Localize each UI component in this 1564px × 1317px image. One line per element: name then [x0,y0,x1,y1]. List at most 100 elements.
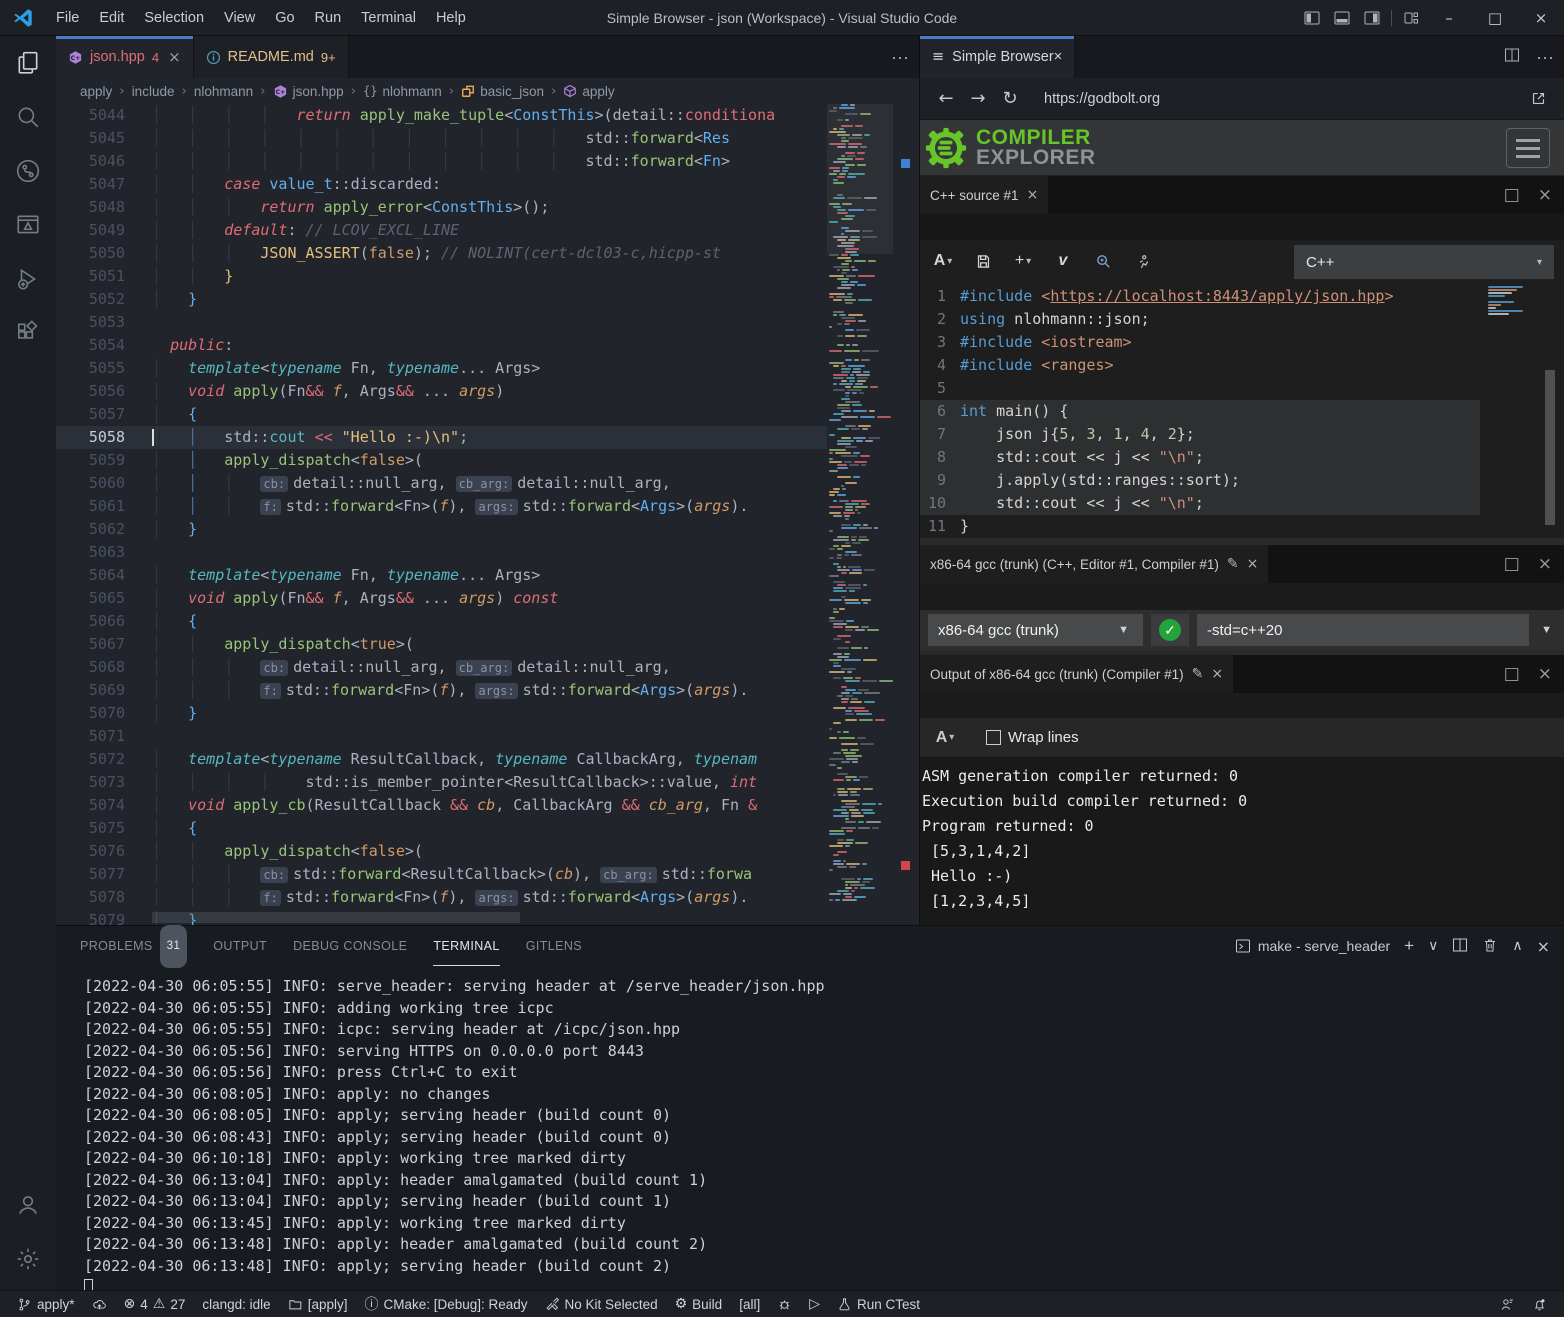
code-line-5071[interactable]: 5071 [56,725,827,748]
menu-run[interactable]: Run [305,0,352,36]
code-line-5077[interactable]: 5077│ │ │ cb:std::forward<ResultCallback… [56,863,827,886]
menu-terminal[interactable]: Terminal [351,0,426,36]
language-select[interactable]: C++▾ [1294,245,1554,279]
minimap[interactable] [827,104,893,925]
activitybar-item-explorer[interactable] [0,36,56,90]
menu-view[interactable]: View [214,0,265,36]
code-line-1[interactable]: 1#include <https://localhost:8443/apply/… [920,285,1480,308]
status-4[interactable]: ⊗4⚠27 [119,1291,191,1317]
panel-tab-gitlens[interactable]: GITLENS [526,926,582,966]
minimize-button[interactable]: – [1426,0,1472,36]
code-line-5068[interactable]: 5068│ │ │ cb:detail::null_arg, cb_arg:de… [56,656,827,679]
code-line-5[interactable]: 5 [920,377,1480,400]
layout-sidebar-left-icon[interactable] [1297,0,1327,36]
layout-sidebar-right-icon[interactable] [1357,0,1387,36]
menu-selection[interactable]: Selection [134,0,214,36]
code-line-5052[interactable]: 5052│ } [56,288,827,311]
close-icon[interactable]: × [1247,556,1259,572]
breadcrumb-item-include[interactable]: ›include [112,83,174,99]
code-line-5044[interactable]: 5044│ │ │ │ return apply_make_tuple<Cons… [56,104,827,127]
editor-scrollbar[interactable] [893,104,919,925]
menu-help[interactable]: Help [426,0,476,36]
panel-tab-debug-console[interactable]: DEBUG CONSOLE [293,926,407,966]
panel-tab-problems[interactable]: PROBLEMS31 [80,926,187,966]
menu-go[interactable]: Go [265,0,304,36]
kill-terminal-icon[interactable] [1482,937,1498,956]
source-pane-tab[interactable]: C++ source #1 × [920,176,1048,214]
forward-icon[interactable]: → [962,83,994,115]
code-line-5061[interactable]: 5061│ │ │ f:std::forward<Fn>(f), args:st… [56,495,827,518]
compiler-explorer-logo-icon[interactable] [924,126,968,170]
code-line-5075[interactable]: 5075│ { [56,817,827,840]
code-line-4[interactable]: 4#include <ranges> [920,354,1480,377]
maximize-panel-icon[interactable]: ∧ [1512,938,1522,954]
hamburger-menu-icon[interactable] [1506,128,1550,168]
code-line-5070[interactable]: 5070│ } [56,702,827,725]
activitybar-item-debug[interactable] [0,252,56,306]
cppinsights-icon[interactable] [1128,246,1158,276]
status-no-kit-selected[interactable]: No Kit Selected [540,1291,663,1317]
status-play[interactable]: ▷ [804,1291,825,1317]
code-line-7[interactable]: 7 json j{5, 3, 1, 4, 2}; [920,423,1480,446]
code-line-3[interactable]: 3#include <iostream> [920,331,1480,354]
maximize-button[interactable]: □ [1472,0,1518,36]
terminal-dropdown-icon[interactable]: ∨ [1428,938,1438,954]
breadcrumb-item-apply[interactable]: ›apply [544,83,615,99]
terminal-process-label[interactable]: make - serve_header [1235,938,1390,954]
wrap-lines-checkbox[interactable]: Wrap lines [986,729,1079,746]
code-line-5060[interactable]: 5060│ │ │ cb:detail::null_arg, cb_arg:de… [56,472,827,495]
layout-panel-icon[interactable] [1327,0,1357,36]
split-editor-icon[interactable] [1504,47,1520,68]
vim-mode-icon[interactable]: v [1048,246,1078,276]
maximize-pane-icon[interactable]: □ [1504,185,1520,205]
code-line-5078[interactable]: 5078│ │ │ f:std::forward<Fn>(f), args:st… [56,886,827,909]
godbolt-code-editor[interactable]: 1#include <https://localhost:8443/apply/… [920,282,1564,538]
status-cloud-upload[interactable] [87,1291,112,1317]
terminal-output[interactable]: [2022-04-30 06:05:55] INFO: serve_header… [56,966,1564,1299]
menu-edit[interactable]: Edit [89,0,134,36]
compiler-pane-tab[interactable]: x86-64 gcc (trunk) (C++, Editor #1, Comp… [920,545,1268,583]
edit-title-icon[interactable]: ✎ [1227,556,1239,572]
status-bug[interactable] [772,1291,797,1317]
code-line-11[interactable]: 11} [920,515,1480,538]
add-pane-button[interactable]: +▾ [1008,246,1038,276]
breadcrumb-item-jsonhpp[interactable]: ›C+json.hpp [253,83,343,99]
save-icon[interactable] [968,246,998,276]
compiler-select[interactable]: x86-64 gcc (trunk)▼ [928,614,1143,646]
code-line-5057[interactable]: 5057│ { [56,403,827,426]
customize-layout-icon[interactable] [1396,0,1426,36]
code-line-5067[interactable]: 5067│ │ apply_dispatch<true>( [56,633,827,656]
code-line-5069[interactable]: 5069│ │ │ f:std::forward<Fn>(f), args:st… [56,679,827,702]
activitybar-item-settings[interactable] [0,1232,56,1286]
maximize-pane-icon[interactable]: □ [1504,664,1520,684]
code-line-5062[interactable]: 5062│ } [56,518,827,541]
tab-json.hpp[interactable]: C+json.hpp4× [56,36,194,78]
menu-file[interactable]: File [46,0,89,36]
code-line-5053[interactable]: 5053 [56,311,827,334]
reload-icon[interactable]: ↻ [994,83,1026,115]
panel-tab-output[interactable]: OUTPUT [213,926,267,966]
close-pane-icon[interactable]: × [1538,185,1552,205]
code-line-5046[interactable]: 5046│ │ │ │ │ │ │ │ │ │ │ │ std::forward… [56,150,827,173]
code-line-5064[interactable]: 5064│ template<typename Fn, typename... … [56,564,827,587]
activitybar-item-account[interactable] [0,1178,56,1232]
code-line-5047[interactable]: 5047│ │ case value_t::discarded: [56,173,827,196]
editor-hscrollbar[interactable] [152,912,520,923]
code-line-5054[interactable]: 5054 public: [56,334,827,357]
edit-title-icon[interactable]: ✎ [1192,666,1204,682]
close-icon[interactable]: × [1027,187,1039,203]
status-feedback[interactable] [1495,1291,1520,1317]
maximize-pane-icon[interactable]: □ [1504,554,1520,574]
code-line-5050[interactable]: 5050│ │ │ JSON_ASSERT(false); // NOLINT(… [56,242,827,265]
close-icon[interactable]: × [1211,666,1223,682]
status-bell[interactable] [1527,1291,1552,1317]
code-line-5056[interactable]: 5056│ void apply(Fn&& f, Args&& ... args… [56,380,827,403]
status-clangd-idle[interactable]: clangd: idle [197,1291,275,1317]
code-line-6[interactable]: 6int main() { [920,400,1480,423]
status-cmake-debug-ready[interactable]: ⓘCMake: [Debug]: Ready [359,1291,532,1317]
url-input[interactable]: https://godbolt.org [1034,85,1514,113]
font-size-button[interactable]: A▾ [930,723,960,753]
close-panel-icon[interactable]: × [1537,937,1550,956]
close-pane-icon[interactable]: × [1538,554,1552,574]
code-line-5045[interactable]: 5045│ │ │ │ │ │ │ │ │ │ │ │ std::forward… [56,127,827,150]
